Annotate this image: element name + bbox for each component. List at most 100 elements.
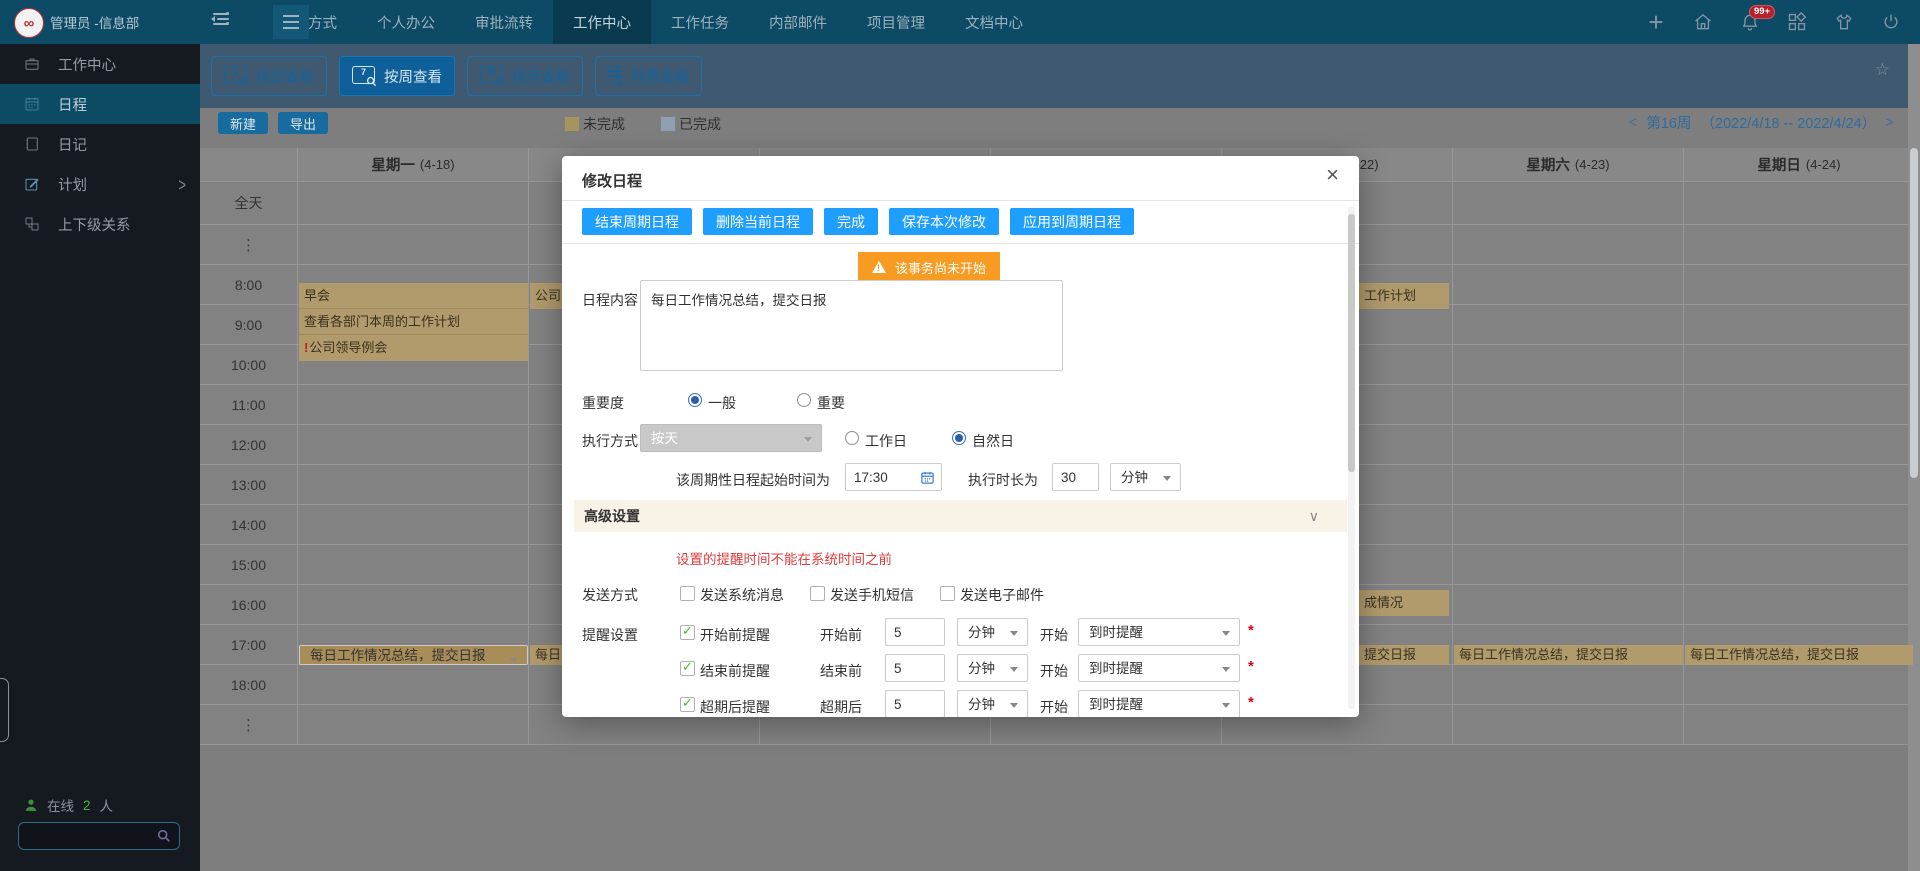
schedule-event-fri-8[interactable]: 工作计划 <box>1359 283 1449 309</box>
dialog-action-button-2[interactable]: 完成 <box>824 208 878 235</box>
reminder-checkbox-0[interactable] <box>680 625 695 640</box>
calendar-cell[interactable] <box>1684 585 1915 625</box>
reminder-unit-select-1[interactable]: 分钟 <box>957 654 1028 682</box>
more-menu-icon[interactable] <box>273 5 309 39</box>
exec-option-workday[interactable]: 工作日 <box>865 431 907 451</box>
send-option-checkbox-0[interactable] <box>680 586 695 601</box>
sidebar-drag-handle[interactable] <box>0 678 9 742</box>
schedule-event-sat-17[interactable]: 每日工作情况总结，提交日报 <box>1454 645 1683 665</box>
calendar-cell[interactable] <box>1453 505 1684 545</box>
nav-item-5[interactable]: 内部邮件 <box>749 0 847 44</box>
schedule-content-textarea[interactable] <box>640 280 1063 371</box>
calendar-cell[interactable] <box>1453 585 1684 625</box>
calendar-cell[interactable] <box>1684 705 1915 745</box>
view-button-3[interactable]: 列表查看 <box>595 56 702 96</box>
close-icon[interactable]: × <box>1326 164 1339 186</box>
exec-mode-select[interactable]: 按天 <box>640 424 822 452</box>
start-time-input[interactable]: 17:30 <box>845 463 942 491</box>
exec-radio-workday[interactable] <box>845 431 859 445</box>
send-option-checkbox-2[interactable] <box>940 586 955 601</box>
calendar-cell[interactable] <box>1453 425 1684 465</box>
dialog-action-button-4[interactable]: 应用到周期日程 <box>1010 208 1134 235</box>
sidebar-item-1[interactable]: 日程 <box>0 84 200 124</box>
importance-option-important[interactable]: 重要 <box>817 393 845 413</box>
nav-item-3[interactable]: 工作中心 <box>553 0 651 44</box>
schedule-event-mon-17[interactable]: 每日工作情况总结，提交日报 <box>299 645 528 665</box>
add-icon[interactable]: + <box>1645 11 1667 33</box>
prev-week-arrow[interactable]: < <box>1629 114 1638 131</box>
send-option-checkbox-1[interactable] <box>810 586 825 601</box>
schedule-event-fri-17[interactable]: 提交日报 <box>1359 645 1449 665</box>
new-button[interactable]: 新建 <box>218 112 268 134</box>
calendar-cell[interactable] <box>1684 665 1915 705</box>
nav-item-4[interactable]: 工作任务 <box>651 0 749 44</box>
calendar-cell[interactable] <box>1453 385 1684 425</box>
calendar-cell[interactable] <box>1453 465 1684 505</box>
calendar-cell[interactable] <box>1453 305 1684 345</box>
export-button[interactable]: 导出 <box>278 112 328 134</box>
nav-item-6[interactable]: 项目管理 <box>847 0 945 44</box>
exec-radio-naturalday[interactable] <box>952 431 966 445</box>
calendar-cell[interactable] <box>1684 305 1915 345</box>
reminder-unit-select-0[interactable]: 分钟 <box>957 618 1028 646</box>
page-scrollbar[interactable] <box>1908 44 1920 871</box>
calendar-cell[interactable] <box>1684 345 1915 385</box>
view-button-1[interactable]: 7按周查看 <box>339 56 455 96</box>
importance-option-normal[interactable]: 一般 <box>708 393 736 413</box>
nav-item-7[interactable]: 文档中心 <box>945 0 1043 44</box>
reminder-value-input-2[interactable]: 5 <box>885 690 945 717</box>
calendar-cell[interactable] <box>1684 225 1915 265</box>
calendar-cell[interactable] <box>298 665 529 705</box>
chevron-down-icon[interactable]: ∨ <box>1309 508 1319 525</box>
importance-radio-important[interactable] <box>797 393 811 407</box>
sidebar-search-input[interactable] <box>18 822 180 850</box>
calendar-cell[interactable] <box>298 505 529 545</box>
calendar-cell[interactable] <box>1684 182 1915 225</box>
view-button-0[interactable]: 1按日查看 <box>211 56 327 96</box>
sidebar-item-4[interactable]: 上下级关系 <box>0 204 200 244</box>
calendar-cell[interactable] <box>298 425 529 465</box>
calendar-cell[interactable] <box>1453 705 1684 745</box>
advanced-settings-bar[interactable]: 高级设置 ∨ <box>574 500 1347 532</box>
calendar-cell[interactable] <box>1453 182 1684 225</box>
logout-power-icon[interactable] <box>1880 11 1902 33</box>
calendar-cell[interactable] <box>298 705 529 745</box>
reminder-mode-select-1[interactable]: 到时提醒 <box>1078 654 1240 682</box>
calendar-cell[interactable] <box>1684 425 1915 465</box>
exec-option-naturalday[interactable]: 自然日 <box>972 431 1014 451</box>
duration-unit-select[interactable]: 分钟 <box>1110 463 1181 491</box>
notifications-bell-icon[interactable]: 99+ <box>1739 11 1761 33</box>
calendar-cell[interactable] <box>1453 665 1684 705</box>
schedule-event-fri-16[interactable]: 成情况 <box>1359 590 1449 616</box>
favorite-star-icon[interactable]: ☆ <box>1875 60 1890 80</box>
view-button-2[interactable]: 30按月查看 <box>467 56 583 96</box>
send-option-label-1[interactable]: 发送手机短信 <box>830 585 914 605</box>
sidebar-item-2[interactable]: 日记 <box>0 124 200 164</box>
calendar-cell[interactable] <box>1453 225 1684 265</box>
reminder-mode-select-0[interactable]: 到时提醒 <box>1078 618 1240 646</box>
calendar-cell[interactable] <box>298 585 529 625</box>
importance-radio-normal[interactable] <box>688 393 702 407</box>
calendar-cell[interactable] <box>1684 465 1915 505</box>
reminder-value-input-0[interactable]: 5 <box>885 618 945 646</box>
schedule-event-sun-17[interactable]: 每日工作情况总结，提交日报 <box>1685 645 1913 665</box>
send-option-label-2[interactable]: 发送电子邮件 <box>960 585 1044 605</box>
sidebar-collapse-icon[interactable] <box>213 13 237 31</box>
duration-input[interactable]: 30 <box>1052 463 1099 491</box>
calendar-cell[interactable] <box>298 465 529 505</box>
calendar-cell[interactable] <box>298 182 529 225</box>
reminder-mode-select-2[interactable]: 到时提醒 <box>1078 690 1240 717</box>
next-week-arrow[interactable]: > <box>1885 114 1894 131</box>
calendar-cell[interactable] <box>1453 265 1684 305</box>
calendar-cell[interactable] <box>1453 345 1684 385</box>
reminder-value-input-1[interactable]: 5 <box>885 654 945 682</box>
calendar-cell[interactable] <box>298 225 529 265</box>
search-icon[interactable] <box>156 828 172 844</box>
nav-item-2[interactable]: 审批流转 <box>455 0 553 44</box>
reminder-checkbox-1[interactable] <box>680 661 695 676</box>
nav-item-1[interactable]: 个人办公 <box>357 0 455 44</box>
sidebar-item-3[interactable]: 计划> <box>0 164 200 204</box>
calendar-cell[interactable] <box>298 385 529 425</box>
send-option-label-0[interactable]: 发送系统消息 <box>700 585 784 605</box>
calendar-cell[interactable] <box>1684 265 1915 305</box>
